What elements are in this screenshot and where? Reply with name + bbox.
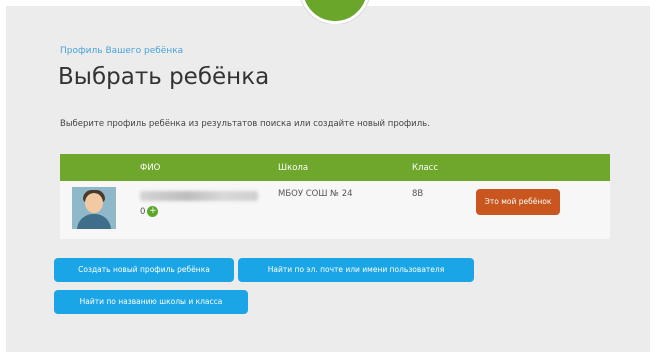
plus-icon[interactable]: + [147,206,159,217]
breadcrumb[interactable]: Профиль Вашего ребёнка [60,46,183,56]
name-cell: 0 + [132,181,270,239]
header-school: Школа [278,162,309,173]
select-child-button[interactable]: Это мой ребёнок [476,189,560,215]
header-action [464,154,610,181]
points: 0 + [140,206,270,217]
table-row: 0 + МБОУ СОШ № 24 8В Это мой ребёнок [60,181,610,239]
table-header-row: ФИО Школа Класс [60,154,610,181]
create-profile-button[interactable]: Создать новый профиль ребёнка [54,258,234,282]
class-cell: 8В [412,189,424,199]
school-cell: МБОУ СОШ № 24 [278,189,353,199]
action-cell: Это мой ребёнок [464,181,610,239]
find-by-school-button[interactable]: Найти по названию школы и класса [54,290,248,314]
logo-icon[interactable] [300,0,370,24]
page-title: Выбрать ребёнка [58,64,270,90]
points-value: 0 [140,206,146,217]
results-table: ФИО Школа Класс 0 + МБОУ СОШ № 24 8В Это… [60,154,610,239]
header-photo [60,154,132,181]
child-name-redacted [140,191,258,201]
avatar-icon [72,187,116,229]
photo-cell [60,181,132,239]
find-by-email-button[interactable]: Найти по эл. почте или имени пользовател… [238,258,474,282]
header-name: ФИО [140,162,161,173]
instruction-text: Выберите профиль ребёнка из результатов … [60,119,430,129]
header-class: Класс [412,162,439,173]
